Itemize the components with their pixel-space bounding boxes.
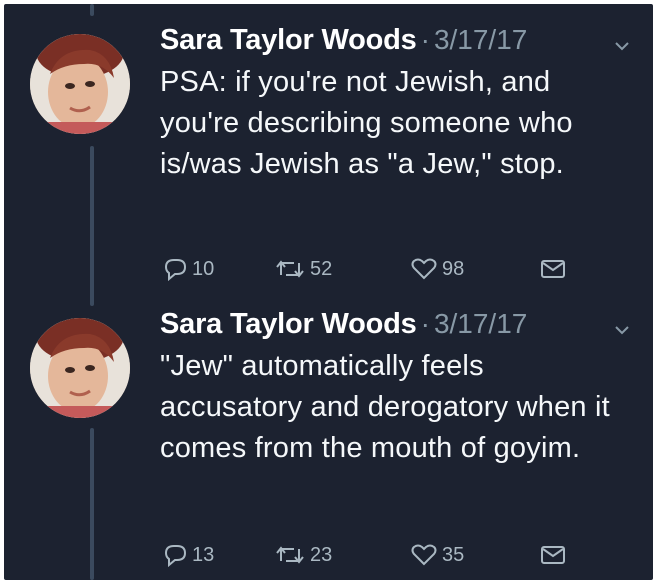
like-count: 35 [442, 543, 465, 566]
tweet-date[interactable]: 3/17/17 [434, 308, 527, 340]
tweet[interactable]: Sara Taylor Woods · 3/17/17 PSA: if you'… [4, 4, 653, 294]
dm-icon [541, 546, 565, 564]
author-name[interactable]: Sara Taylor Woods [160, 308, 417, 341]
like-button[interactable]: 98 [410, 254, 464, 284]
tweet-text: PSA: if you're not Jewish, and you're de… [160, 66, 573, 180]
like-count: 98 [442, 257, 465, 280]
separator: · [420, 308, 430, 339]
reply-count: 10 [192, 257, 215, 280]
reply-icon [164, 259, 187, 281]
author-name[interactable]: Sara Taylor Woods [160, 24, 417, 57]
dm-button[interactable] [540, 254, 566, 284]
tweet-header: Sara Taylor Woods · 3/17/17 [160, 24, 527, 64]
reply-button[interactable]: 10 [162, 254, 214, 284]
dm-icon [541, 260, 565, 278]
tweet-header: Sara Taylor Woods · 3/17/17 [160, 308, 527, 348]
retweet-count: 52 [310, 257, 333, 280]
tweet-text: "Jew" automatically feels accusatory and… [160, 350, 610, 464]
retweet-icon [276, 260, 304, 278]
retweet-button[interactable]: 52 [274, 254, 332, 284]
like-icon [411, 544, 437, 566]
retweet-icon [276, 546, 304, 564]
like-button[interactable]: 35 [410, 540, 464, 570]
retweet-button[interactable]: 23 [274, 540, 332, 570]
reply-count: 13 [192, 543, 215, 566]
reply-icon [164, 545, 187, 567]
dm-button[interactable] [540, 540, 566, 570]
chevron-down-icon[interactable] [612, 36, 632, 56]
reply-button[interactable]: 13 [162, 540, 214, 570]
tweet[interactable]: Sara Taylor Woods · 3/17/17 "Jew" automa… [4, 288, 653, 580]
retweet-count: 23 [310, 543, 333, 566]
tweet-actions: 13 23 35 [162, 540, 622, 570]
like-icon [411, 258, 437, 280]
tweet-date[interactable]: 3/17/17 [434, 24, 527, 56]
timeline: Sara Taylor Woods · 3/17/17 PSA: if you'… [4, 4, 653, 580]
avatar[interactable] [30, 318, 130, 418]
chevron-down-icon[interactable] [612, 320, 632, 340]
separator: · [420, 24, 430, 55]
tweet-actions: 10 52 98 [162, 254, 622, 284]
avatar[interactable] [30, 34, 130, 134]
